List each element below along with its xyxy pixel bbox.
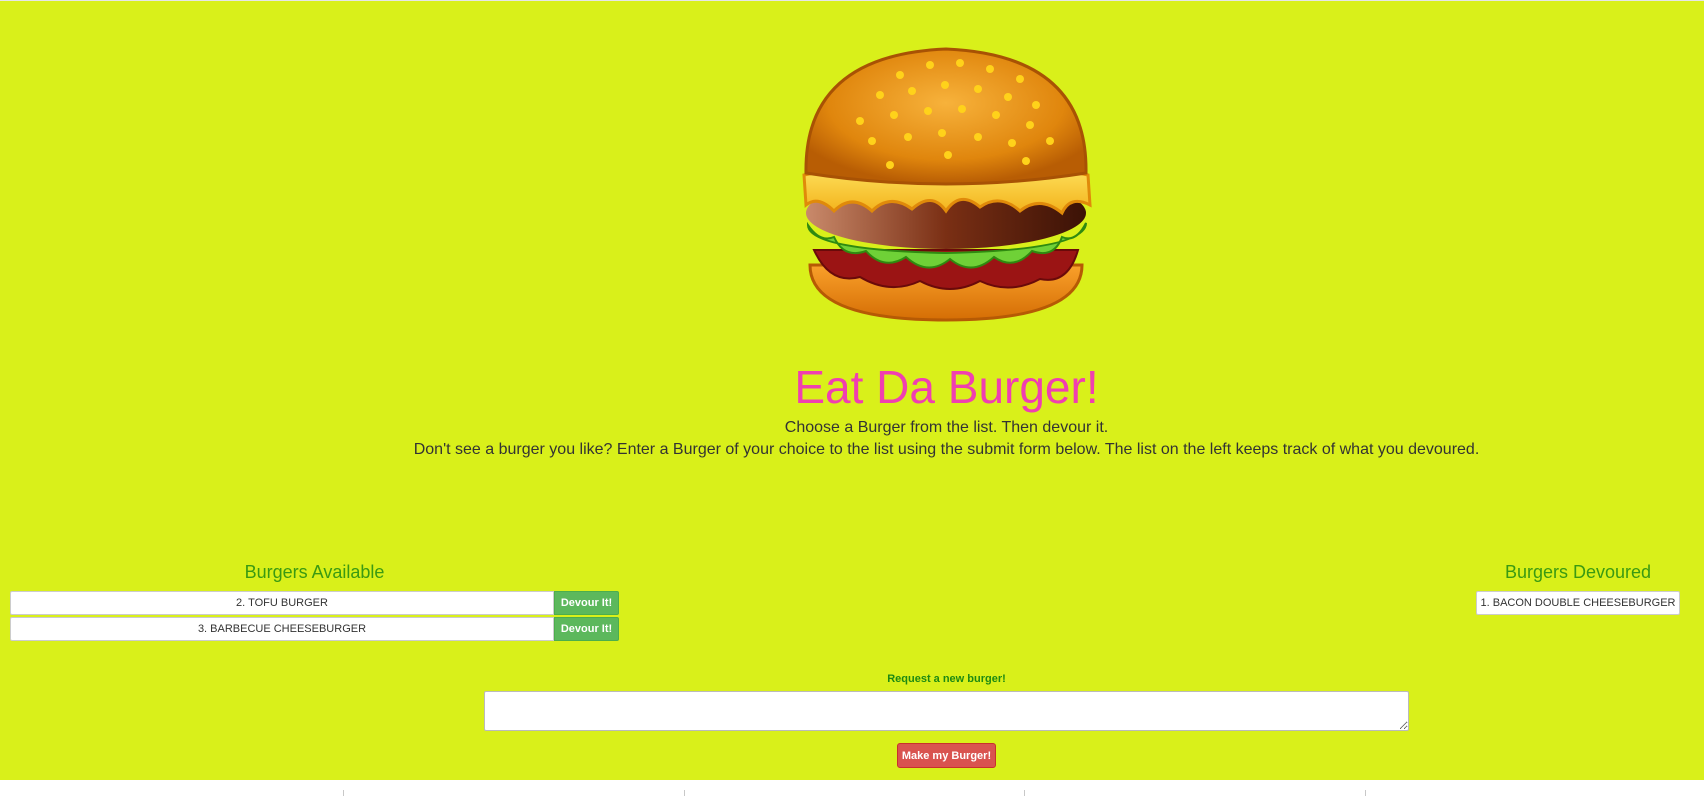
available-heading: Burgers Available xyxy=(244,562,385,582)
divider-tick xyxy=(684,790,685,796)
make-burger-button[interactable]: Make my Burger! xyxy=(897,743,996,768)
burger-name: 3. BARBECUE CHEESEBURGER xyxy=(10,617,554,641)
divider-tick xyxy=(1365,790,1366,796)
page-subtitle-line1: Choose a Burger from the list. Then devo… xyxy=(784,419,1109,436)
devoured-list-item: 1. BACON DOUBLE CHEESEBURGER xyxy=(1476,591,1680,615)
page-background: Eat Da Burger! Choose a Burger from the … xyxy=(0,0,1704,780)
devour-button[interactable]: Devour It! xyxy=(554,591,619,615)
burger-name: 2. TOFU BURGER xyxy=(10,591,554,615)
divider-tick xyxy=(1024,790,1025,796)
page-title: Eat Da Burger! xyxy=(794,361,1099,413)
burger-request-input[interactable] xyxy=(484,691,1409,731)
list-item: 2. TOFU BURGER Devour It! xyxy=(10,591,619,615)
list-item: 3. BARBECUE CHEESEBURGER Devour It! xyxy=(10,617,619,641)
page-subtitle-line2: Don't see a burger you like? Enter a Bur… xyxy=(413,441,1480,458)
request-label: Request a new burger! xyxy=(887,673,1006,685)
divider-tick xyxy=(343,790,344,796)
hamburger-icon xyxy=(802,47,1092,322)
devour-button[interactable]: Devour It! xyxy=(554,617,619,641)
devoured-heading: Burgers Devoured xyxy=(1504,562,1652,582)
